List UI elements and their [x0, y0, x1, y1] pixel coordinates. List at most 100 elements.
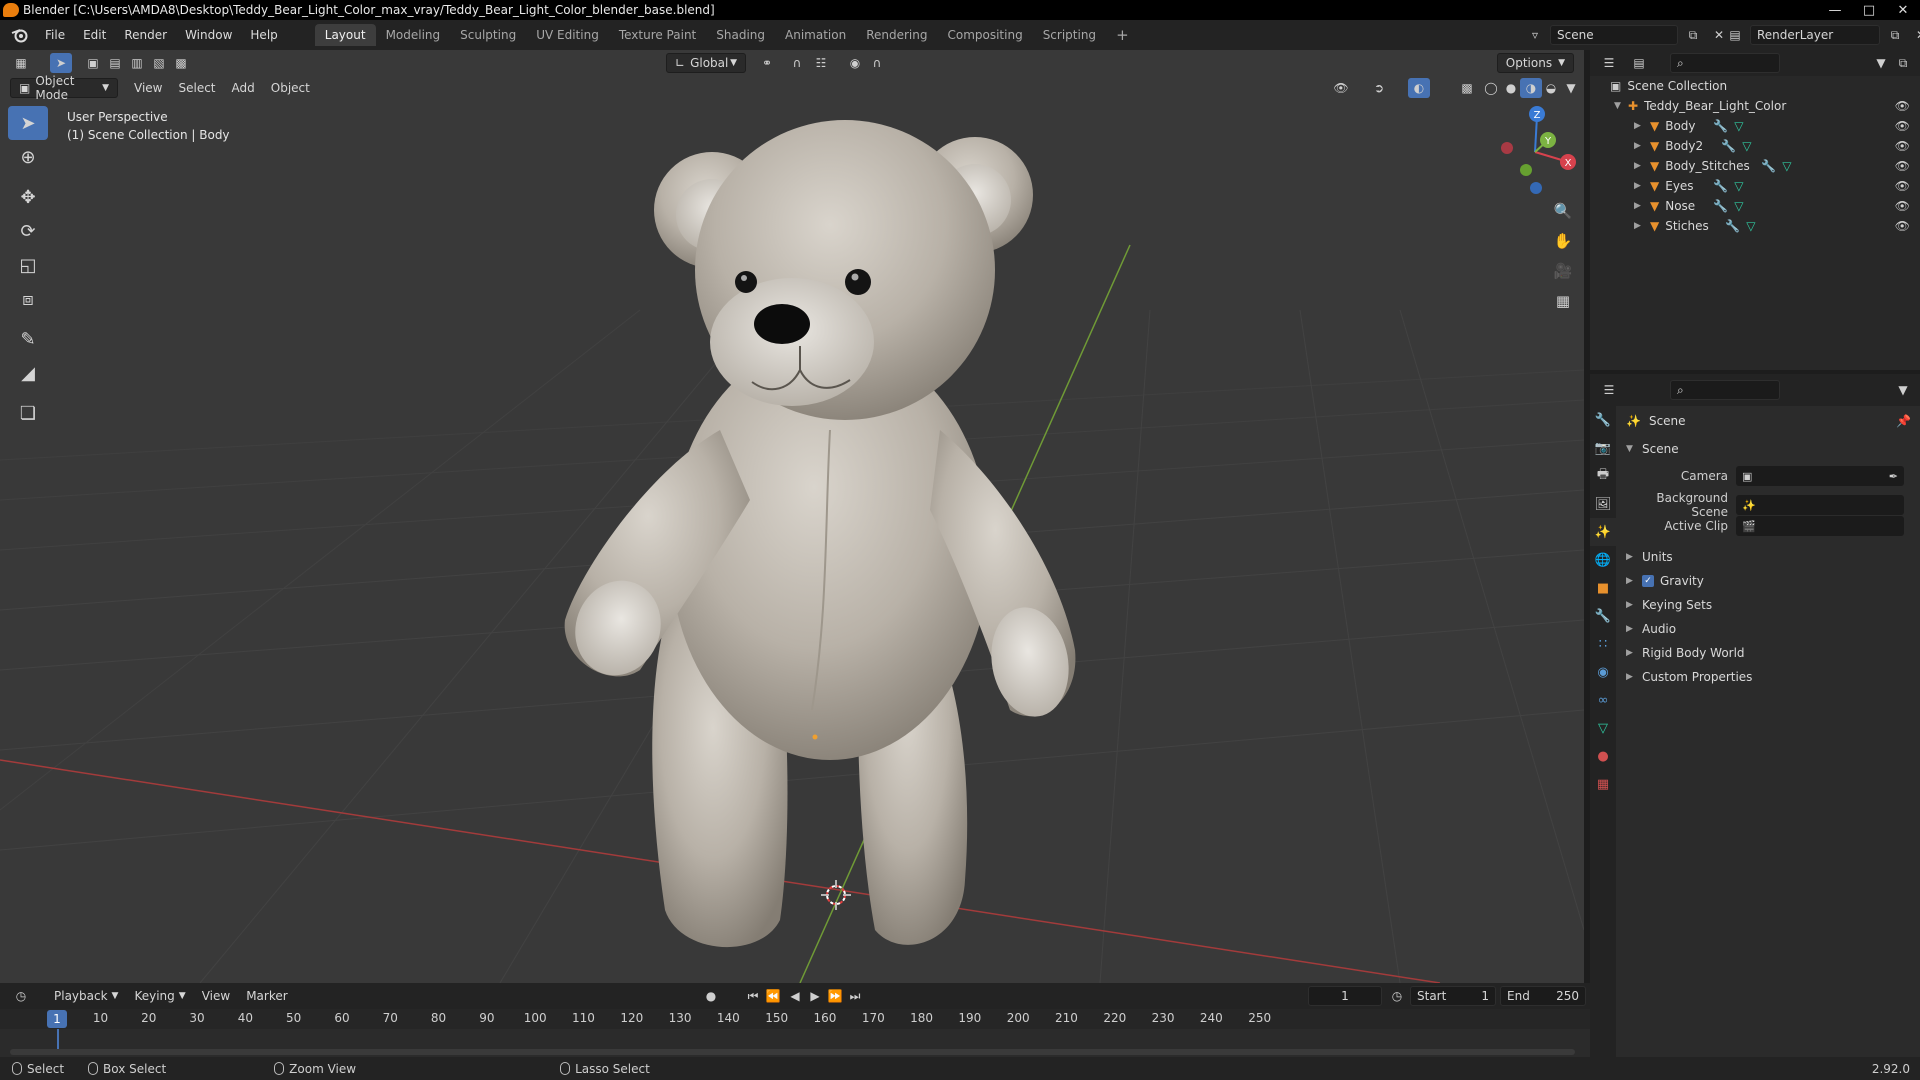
output-tab-icon[interactable]: 🖶: [1590, 462, 1616, 490]
annotate-tool-icon[interactable]: ✎: [8, 322, 48, 356]
tree-row-object[interactable]: ▶ ▼ Eyes 🔧 ▽ 👁: [1590, 176, 1920, 196]
tree-row-object[interactable]: ▶ ▼ Stiches 🔧 ▽ 👁: [1590, 216, 1920, 236]
particles-tab-icon[interactable]: ∷: [1590, 630, 1616, 658]
select-mode-new-icon[interactable]: ▣: [82, 53, 104, 73]
tab-modeling[interactable]: Modeling: [376, 24, 451, 46]
add-workspace-button[interactable]: +: [1106, 24, 1139, 46]
viewport-menu-select[interactable]: Select: [170, 78, 223, 98]
eyedropper-icon[interactable]: ✒: [1889, 470, 1898, 483]
scene-tab-icon[interactable]: ✨: [1590, 518, 1616, 546]
expand-right-icon[interactable]: ▶: [1634, 201, 1644, 211]
expand-right-icon[interactable]: ▶: [1634, 121, 1644, 131]
tab-rendering[interactable]: Rendering: [856, 24, 937, 46]
shading-options-icon[interactable]: ▼: [1560, 78, 1582, 98]
select-mode-subtract-icon[interactable]: ▥: [126, 53, 148, 73]
viewport-menu-object[interactable]: Object: [263, 78, 318, 98]
end-frame-field[interactable]: End 250: [1500, 986, 1586, 1006]
menu-window[interactable]: Window: [176, 20, 241, 50]
measure-tool-icon[interactable]: ◢: [8, 356, 48, 390]
audio-panel-header[interactable]: ▶ Audio: [1626, 622, 1676, 636]
close-button[interactable]: ✕: [1886, 0, 1920, 20]
gizmo-toggle-icon[interactable]: ➲: [1368, 78, 1390, 98]
3d-cursor[interactable]: [821, 880, 851, 910]
prev-keyframe-icon[interactable]: ⏪: [762, 986, 784, 1006]
expand-right-icon[interactable]: ▶: [1634, 141, 1644, 151]
custom-properties-panel-header[interactable]: ▶ Custom Properties: [1626, 670, 1752, 684]
move-tool-icon[interactable]: ✥: [8, 180, 48, 214]
pin-icon[interactable]: 📌: [1896, 414, 1911, 428]
timeline-menu-marker[interactable]: Marker: [238, 986, 295, 1006]
3d-viewport[interactable]: ▦ ➤ ▣ ▤ ▥ ▧ ▩ ∟ Global ▼ ⚭ ∩ ☷ ◉ ∩ Optio…: [0, 50, 1584, 983]
visibility-icon[interactable]: 👁: [1330, 78, 1352, 98]
object-tab-icon[interactable]: ■: [1590, 574, 1616, 602]
play-icon[interactable]: ▶: [804, 986, 826, 1006]
modifier-tab-icon[interactable]: 🔧: [1590, 602, 1616, 630]
background-scene-field[interactable]: ✨: [1736, 495, 1904, 515]
tree-row-object[interactable]: ▶ ▼ Body_Stitches 🔧 ▽ 👁: [1590, 156, 1920, 176]
transform-orientation-dropdown[interactable]: ∟ Global ▼: [666, 53, 746, 73]
playback-menu[interactable]: Playback ▼: [46, 986, 126, 1006]
tab-layout[interactable]: Layout: [314, 24, 376, 46]
select-box-tool-icon[interactable]: ➤: [8, 106, 48, 140]
tree-row-collection[interactable]: ▼ ✚ Teddy_Bear_Light_Color 👁: [1590, 96, 1920, 116]
timeline-body[interactable]: [0, 1029, 1590, 1057]
wireframe-shading-icon[interactable]: ◯: [1480, 78, 1502, 98]
select-mode-intersect-icon[interactable]: ▩: [170, 53, 192, 73]
visibility-eye-icon[interactable]: 👁: [1895, 139, 1910, 153]
tool-tab-icon[interactable]: 🔧: [1590, 406, 1616, 434]
tab-animation[interactable]: Animation: [775, 24, 856, 46]
tree-row-scene-collection[interactable]: ▣ Scene Collection: [1590, 76, 1920, 96]
minimize-button[interactable]: —: [1818, 0, 1852, 20]
zoom-icon[interactable]: 🔍: [1550, 198, 1576, 224]
rendered-shading-icon[interactable]: ◒: [1540, 78, 1562, 98]
xray-toggle-icon[interactable]: ▩: [1456, 78, 1478, 98]
solid-shading-icon[interactable]: ●: [1500, 78, 1522, 98]
expand-right-icon[interactable]: ▶: [1634, 181, 1644, 191]
rotate-tool-icon[interactable]: ⟳: [8, 214, 48, 248]
viewport-menu-add[interactable]: Add: [224, 78, 263, 98]
navigation-gizmo[interactable]: X Z Y: [1490, 106, 1580, 196]
editor-type-icon[interactable]: ▦: [10, 53, 32, 73]
tab-texture-paint[interactable]: Texture Paint: [609, 24, 706, 46]
camera-field[interactable]: ▣ ✒: [1736, 466, 1904, 486]
play-reverse-icon[interactable]: ◀: [784, 986, 806, 1006]
render-layer-remove-icon[interactable]: ✕: [1910, 25, 1920, 45]
current-frame-field[interactable]: 1: [1308, 986, 1382, 1006]
properties-editor-type-icon[interactable]: ☰: [1598, 380, 1620, 400]
menu-help[interactable]: Help: [241, 20, 286, 50]
menu-file[interactable]: File: [36, 20, 74, 50]
tab-compositing[interactable]: Compositing: [937, 24, 1032, 46]
select-tool-icon[interactable]: ➤: [50, 53, 72, 73]
world-tab-icon[interactable]: 🌐: [1590, 546, 1616, 574]
select-mode-invert-icon[interactable]: ▧: [148, 53, 170, 73]
gravity-checkbox[interactable]: ✓: [1642, 575, 1654, 587]
snap-target-icon[interactable]: ☷: [810, 53, 832, 73]
scale-tool-icon[interactable]: ◱: [8, 248, 48, 282]
menu-edit[interactable]: Edit: [74, 20, 115, 50]
constraints-tab-icon[interactable]: ∞: [1590, 686, 1616, 714]
falloff-icon[interactable]: ∩: [866, 53, 888, 73]
viewport-menu-view[interactable]: View: [126, 78, 170, 98]
visibility-eye-icon[interactable]: 👁: [1895, 179, 1910, 193]
visibility-eye-icon[interactable]: 👁: [1895, 159, 1910, 173]
timeline-ruler[interactable]: 10 20 30 40 50 60 70 80 90 100 110 120 130 140 150 160 1…: [0, 1009, 1590, 1029]
snap-icon[interactable]: ∩: [786, 53, 808, 73]
visibility-eye-icon[interactable]: 👁: [1895, 199, 1910, 213]
maximize-button[interactable]: □: [1852, 0, 1886, 20]
gravity-panel-header[interactable]: ▶ ✓ Gravity: [1626, 574, 1704, 588]
keying-menu[interactable]: Keying ▼: [126, 986, 193, 1006]
timeline-menu-view[interactable]: View: [194, 986, 238, 1006]
preview-range-icon[interactable]: ◷: [1386, 986, 1408, 1006]
rigid-body-world-panel-header[interactable]: ▶ Rigid Body World: [1626, 646, 1745, 660]
playhead[interactable]: 1: [47, 1010, 67, 1028]
scene-panel-header[interactable]: ▼ Scene: [1626, 442, 1679, 456]
chevron-down-icon[interactable]: ▼: [1892, 380, 1914, 400]
expand-down-icon[interactable]: ▼: [1614, 101, 1624, 111]
jump-start-icon[interactable]: ⏮: [742, 986, 764, 1006]
transform-tool-icon[interactable]: ⧈: [8, 282, 48, 316]
render-layer-browse-icon[interactable]: ▤: [1724, 25, 1746, 45]
record-keyframe-icon[interactable]: ●: [700, 986, 722, 1006]
tab-scripting[interactable]: Scripting: [1033, 24, 1106, 46]
expand-right-icon[interactable]: ▶: [1634, 221, 1644, 231]
camera-view-icon[interactable]: 🎥: [1550, 258, 1576, 284]
